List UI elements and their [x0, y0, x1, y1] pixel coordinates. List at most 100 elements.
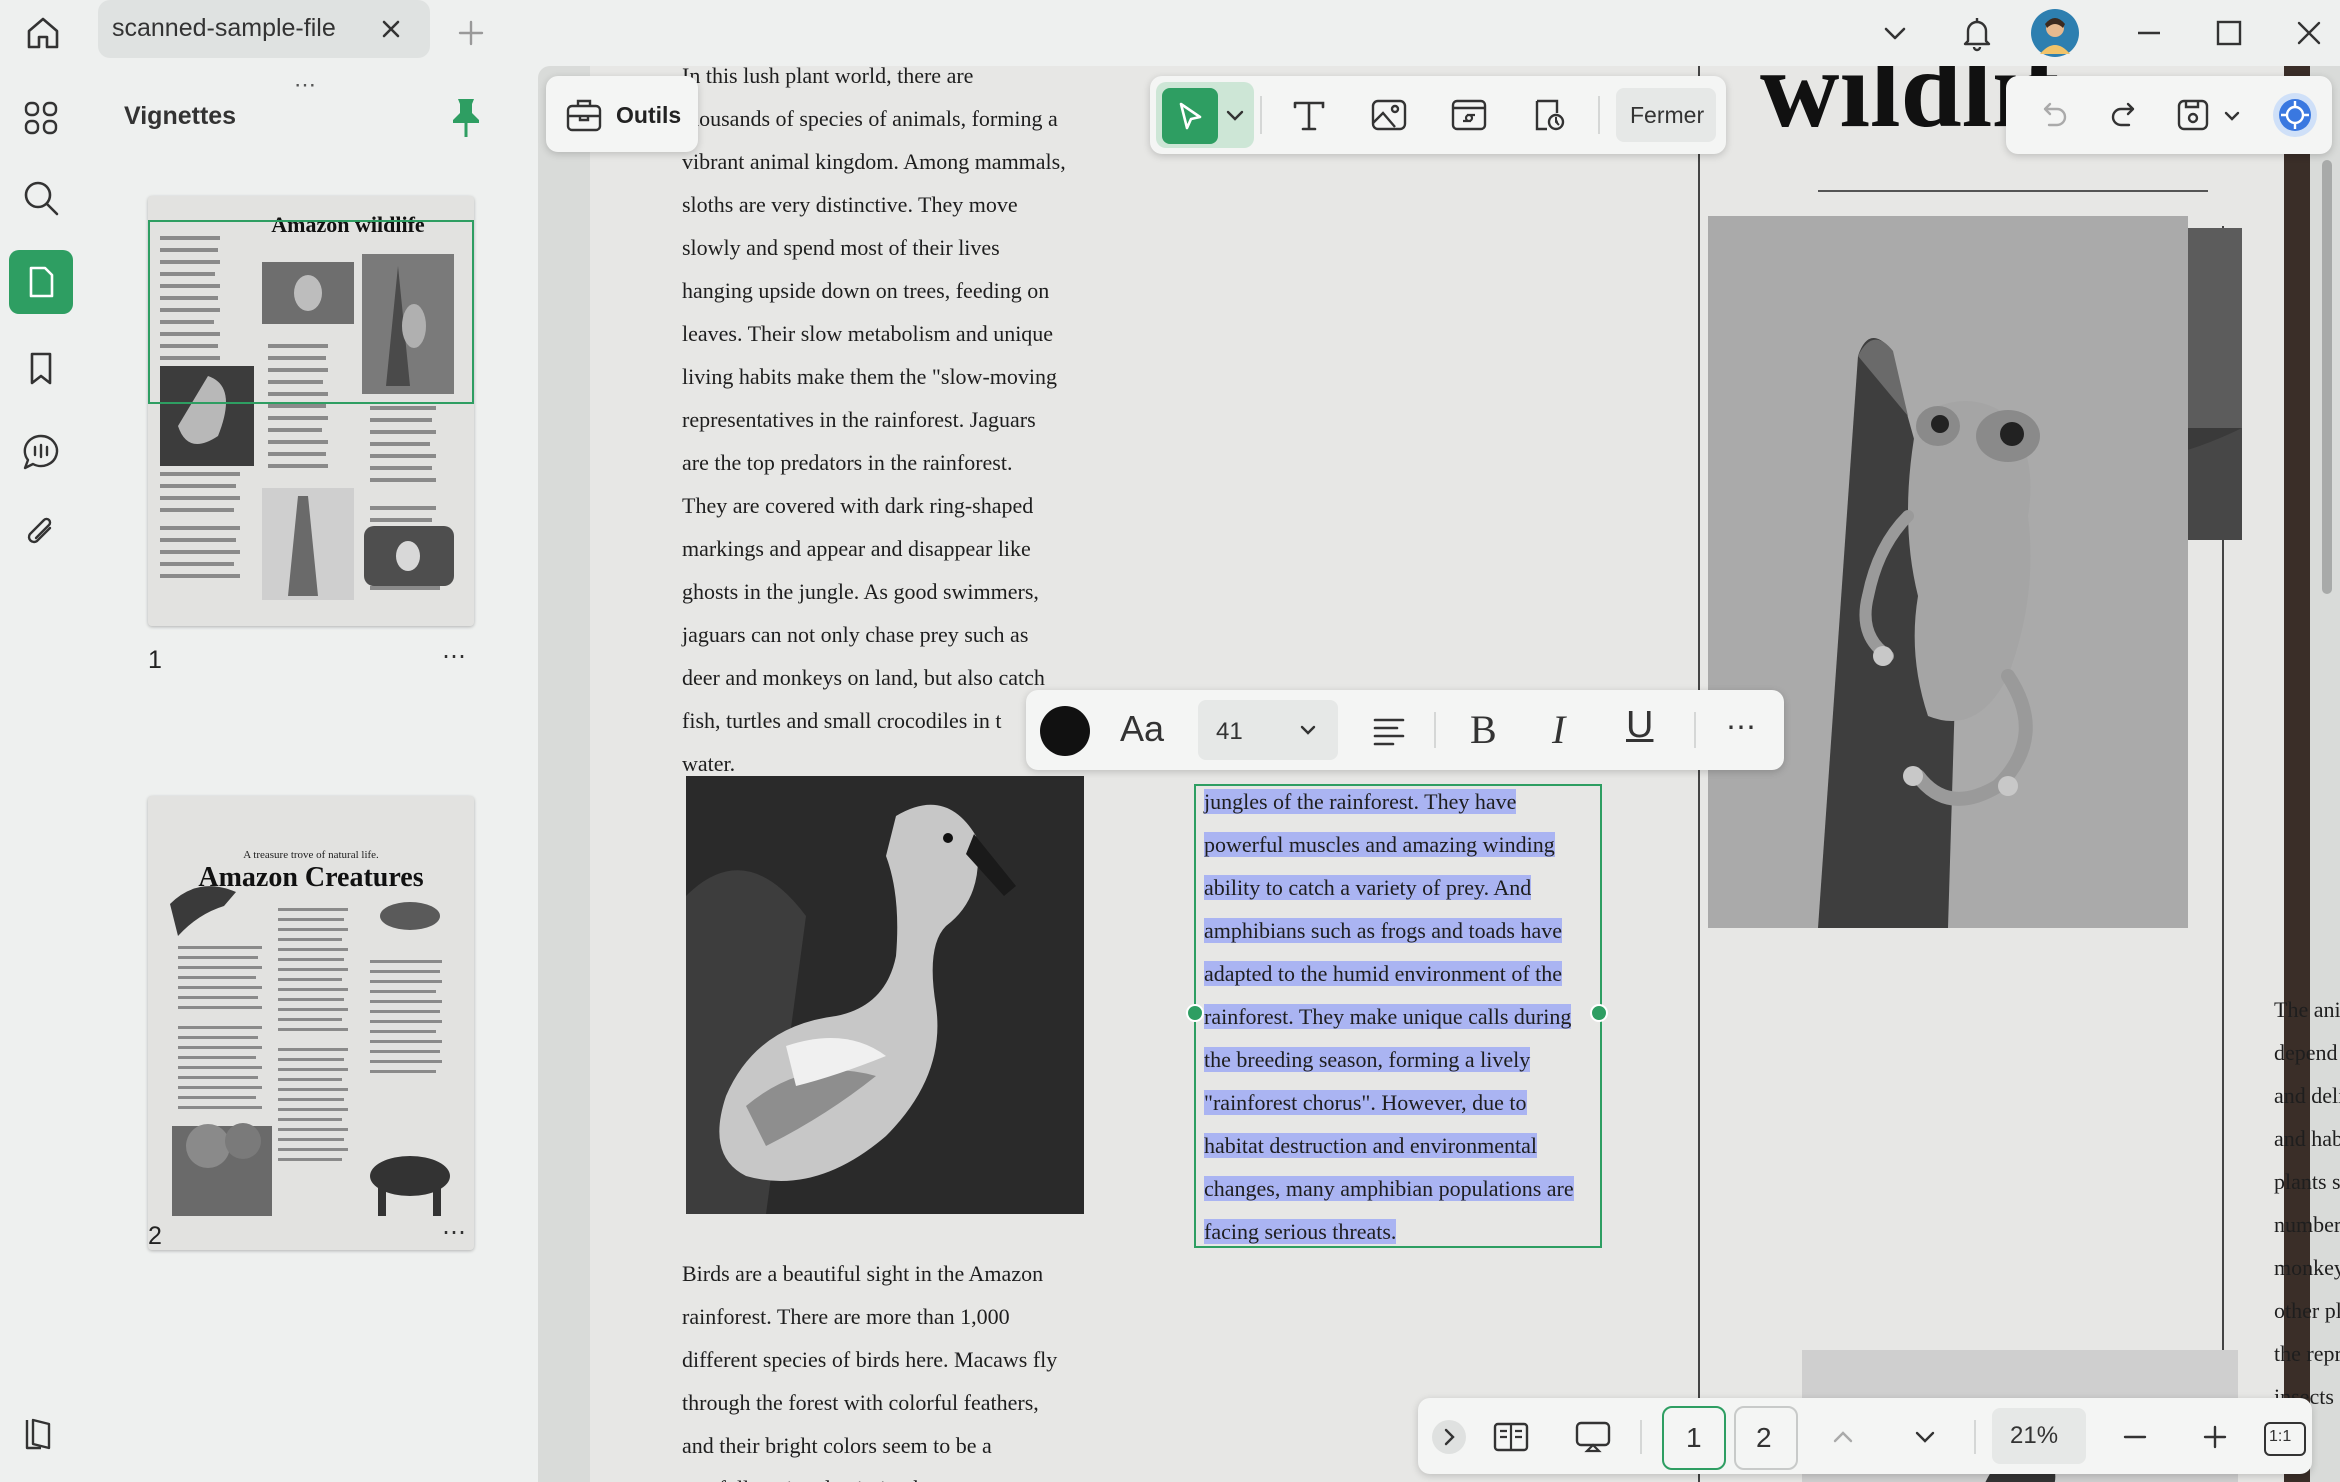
redo-icon[interactable] — [2098, 88, 2152, 142]
chevron-down-icon[interactable] — [1870, 8, 1920, 58]
text-line: the breeding season, forming a lively — [1204, 1038, 1574, 1081]
text-line: "rainforest chorus". However, due to — [1204, 1081, 1574, 1124]
font-button[interactable]: Aa — [1120, 708, 1164, 750]
next-page-icon[interactable] — [1898, 1410, 1952, 1464]
page-layout-icon[interactable] — [1484, 1410, 1538, 1464]
text-line: They are covered with dark ring-shaped — [682, 493, 1034, 518]
resize-handle-left[interactable] — [1186, 1004, 1204, 1022]
actual-size-label: 1:1 — [2269, 1428, 2292, 1445]
thumb-more-2[interactable]: ⋯ — [442, 1218, 467, 1247]
thumb-more-1[interactable]: ⋯ — [442, 642, 467, 671]
selected-text-line[interactable]: amphibians such as frogs and toads have — [1204, 918, 1563, 943]
undo-icon[interactable] — [2026, 88, 2080, 142]
thumbnail-page-2[interactable]: A treasure trove of natural life. Amazon… — [148, 796, 474, 1250]
vertical-scrollbar[interactable] — [2322, 160, 2332, 594]
presentation-icon[interactable] — [1566, 1410, 1620, 1464]
more-format-button[interactable]: ⋯ — [1726, 710, 1756, 745]
save-dropdown-icon[interactable] — [2218, 102, 2246, 130]
selected-text-line[interactable]: powerful muscles and amazing winding — [1204, 832, 1555, 857]
text-line: powerful muscles and amazing winding — [1204, 823, 1574, 866]
text-line: other places while eating fruits, promot… — [2274, 1298, 2340, 1323]
selected-text[interactable]: jungles of the rainforest. They have powe… — [1204, 780, 1574, 1253]
actual-size-button[interactable]: 1:1 — [2264, 1422, 2306, 1456]
resize-handle-right[interactable] — [1590, 1004, 1608, 1022]
text-line: hanging upside down on trees, feeding on — [682, 278, 1050, 303]
previous-page-icon[interactable] — [1816, 1410, 1870, 1464]
select-tool-dropdown-icon[interactable] — [1220, 100, 1250, 130]
bold-button[interactable]: B — [1470, 706, 1497, 753]
viewport-indicator[interactable] — [148, 220, 474, 404]
tools-toggle[interactable]: Outils — [546, 76, 698, 152]
thumb-page-number-2: 2 — [148, 1222, 162, 1250]
text-line: depend on each other, forming a complex — [2274, 1040, 2340, 1065]
page-1-button[interactable]: 1 — [1662, 1406, 1726, 1470]
thumbnails-panel-icon[interactable] — [9, 250, 73, 314]
selected-text-line[interactable]: adapted to the humid environment of the — [1204, 961, 1563, 986]
close-window-icon[interactable] — [2284, 8, 2334, 58]
text-line: thousands of species of animals, forming… — [682, 106, 1058, 131]
font-size-value: 41 — [1216, 718, 1243, 745]
thumbnail-page-1[interactable]: Amazon wildlife — [148, 196, 474, 626]
selected-text-line[interactable]: "rainforest chorus". However, due to — [1204, 1090, 1527, 1115]
minimize-icon[interactable] — [2124, 8, 2174, 58]
selected-text-line[interactable]: the breeding season, forming a lively — [1204, 1047, 1531, 1072]
zoom-level-field[interactable]: 21% — [1992, 1408, 2086, 1464]
text-line: facing serious threats. — [1204, 1210, 1574, 1253]
selected-text-line[interactable]: changes, many amphibian populations are — [1204, 1176, 1574, 1201]
ai-assistant-icon[interactable] — [2270, 90, 2320, 140]
underline-button[interactable]: U — [1626, 704, 1653, 747]
text-line: changes, many amphibian populations are — [1204, 1167, 1574, 1210]
attachment-icon[interactable] — [9, 500, 73, 564]
text-selection-box[interactable]: jungles of the rainforest. They have powe… — [1186, 784, 1608, 1248]
document-tab[interactable]: scanned-sample-file — [98, 0, 430, 58]
bookmark-icon[interactable] — [9, 336, 73, 400]
page-2-label: 2 — [1756, 1422, 1772, 1453]
text-line: ability to catch a variety of prey. And — [1204, 866, 1574, 909]
column-1-bottom-text: Birds are a beautiful sight in the Amazo… — [682, 1252, 1102, 1482]
zoom-out-icon[interactable] — [2108, 1410, 2162, 1464]
selected-text-line[interactable]: ability to catch a variety of prey. And — [1204, 875, 1532, 900]
bell-icon[interactable] — [1952, 8, 2002, 58]
column-divider — [1698, 66, 1700, 1482]
add-link-icon[interactable] — [1442, 88, 1496, 142]
text-line: slowly and spend most of their lives — [682, 235, 1000, 260]
panel-drag-handle[interactable]: ⋯ — [294, 72, 318, 98]
close-tab-icon[interactable] — [374, 12, 408, 46]
comment-icon[interactable] — [9, 420, 73, 484]
selected-text-line[interactable]: rainforest. They make unique calls durin… — [1204, 1004, 1572, 1029]
expand-bar-icon[interactable] — [1432, 1420, 1466, 1454]
close-edit-button[interactable]: Fermer — [1616, 88, 1716, 142]
text-line: carefully painted painting by nature; — [682, 1467, 1102, 1482]
add-image-icon[interactable] — [1362, 88, 1416, 142]
text-color-swatch[interactable] — [1040, 706, 1090, 756]
font-size-select[interactable]: 41 — [1198, 700, 1338, 760]
zoom-in-icon[interactable] — [2188, 1410, 2242, 1464]
history-toolbar — [2006, 76, 2332, 154]
selected-text-line[interactable]: habitat destruction and environmental — [1204, 1133, 1537, 1158]
text-line: habitat destruction and environmental — [1204, 1124, 1574, 1167]
add-text-icon[interactable] — [1282, 88, 1336, 142]
text-format-toolbar: Aa 41 B I U ⋯ — [1026, 690, 1784, 770]
select-tool-button[interactable] — [1162, 88, 1218, 144]
watermark-icon[interactable] — [1522, 88, 1576, 142]
reading-mode-icon[interactable] — [9, 1402, 73, 1466]
new-tab-icon[interactable] — [446, 8, 496, 58]
home-icon[interactable] — [18, 8, 68, 58]
italic-button[interactable]: I — [1552, 706, 1565, 753]
save-icon[interactable] — [2166, 88, 2220, 142]
apps-grid-icon[interactable] — [9, 86, 73, 150]
text-line: plants spread seeds and control the — [2274, 1169, 2340, 1194]
pin-icon[interactable] — [448, 96, 484, 140]
text-line: In this lush plant world, there are — [682, 66, 974, 88]
selected-text-line[interactable]: facing serious threats. — [1204, 1219, 1397, 1244]
page-2-button[interactable]: 2 — [1734, 1406, 1798, 1470]
selected-text-line[interactable]: jungles of the rainforest. They have — [1204, 789, 1517, 814]
avatar[interactable] — [2030, 8, 2080, 58]
search-icon[interactable] — [9, 166, 73, 230]
left-rail — [0, 66, 84, 1482]
align-icon[interactable] — [1362, 704, 1416, 758]
maximize-icon[interactable] — [2204, 8, 2254, 58]
text-line: rainforest. There are more than 1,000 — [682, 1304, 1010, 1329]
text-line: and habitat for animals, and animals hel… — [2274, 1126, 2340, 1151]
flamingo-photo — [686, 776, 1084, 1214]
